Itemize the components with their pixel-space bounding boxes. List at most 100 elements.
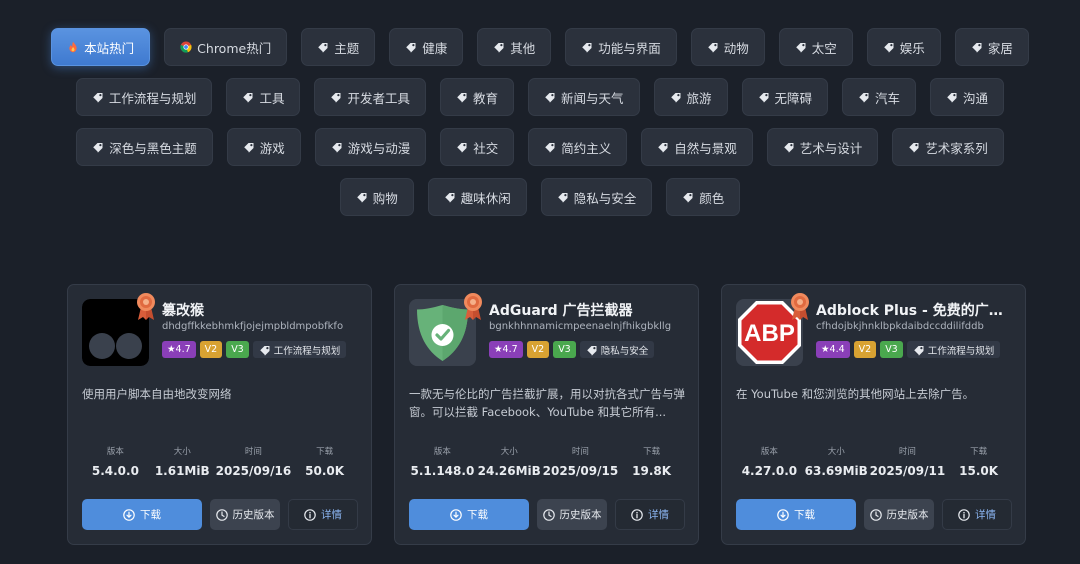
category-tag[interactable]: 教育 (439, 78, 514, 116)
stat-date: 时间 2025/09/11 (870, 445, 946, 478)
info-icon (304, 508, 316, 521)
category-tag[interactable]: 游戏与动漫 (314, 128, 427, 166)
stat-label: 下载 (643, 447, 661, 457)
category-tag[interactable]: 艺术与设计 (766, 128, 879, 166)
tag-icon (456, 141, 468, 153)
category-badge[interactable]: 工作流程与规划 (906, 341, 1001, 358)
extension-name[interactable]: 篡改猴 (162, 300, 362, 320)
category-tag[interactable]: 无障碍 (741, 78, 829, 116)
extension-name[interactable]: AdGuard 广告拦截器 (489, 300, 689, 320)
stat-value: 19.8K (632, 464, 672, 478)
tag-icon (858, 91, 870, 103)
tag-icon (783, 141, 795, 153)
history-versions-button[interactable]: 历史版本 (210, 499, 280, 530)
stat-date: 时间 2025/09/15 (543, 445, 619, 478)
category-badge[interactable]: 工作流程与规划 (252, 341, 347, 358)
details-button[interactable]: 详情 (288, 499, 358, 530)
stat-label: 版本 (760, 447, 778, 457)
tag-icon (243, 141, 255, 153)
stat-value: 2025/09/11 (869, 464, 946, 478)
download-button[interactable]: 下载 (736, 499, 856, 530)
category-tag[interactable]: 太空 (778, 28, 853, 66)
manifest-v3-badge: V3 (553, 341, 576, 358)
rating-value: 4.4 (829, 344, 845, 355)
tag-icon (331, 141, 343, 153)
tag-icon (883, 41, 895, 53)
history-versions-button[interactable]: 历史版本 (537, 499, 607, 530)
stat-value: 24.26MiB (477, 464, 541, 478)
category-tag-label: 艺术与设计 (799, 140, 863, 156)
download-button[interactable]: 下载 (82, 499, 202, 530)
tag-icon (670, 91, 682, 103)
extension-card[interactable]: ABP Adblock Plus - 免费的广告拦截器 cfhdojbkjhnk… (721, 284, 1026, 545)
extension-card[interactable]: AdGuard 广告拦截器 bgnkhhnnamicmpeenaelnjfhik… (394, 284, 699, 545)
tag-row: 购物 趣味休闲 隐私与安全 颜色 (0, 178, 1080, 216)
action-row: 下载 历史版本 详情 (736, 499, 1012, 530)
stat-value: 2025/09/16 (215, 464, 292, 478)
category-tag[interactable]: 社交 (440, 128, 515, 166)
download-icon (450, 508, 462, 521)
tag-icon (795, 41, 807, 53)
adblock-plus-logo-text: ABP (744, 320, 795, 347)
category-tag[interactable]: 功能与界面 (565, 28, 677, 66)
extension-name[interactable]: Adblock Plus - 免费的广告拦截器 (816, 300, 1016, 320)
category-tag[interactable]: 汽车 (842, 78, 917, 116)
category-tag[interactable]: 主题 (301, 28, 376, 66)
category-tag[interactable]: Chrome热门 (164, 28, 288, 66)
download-icon (123, 508, 135, 521)
history-versions-button[interactable]: 历史版本 (864, 499, 934, 530)
stat-value: 5.1.148.0 (410, 464, 475, 478)
category-tag[interactable]: 趣味休闲 (427, 178, 527, 216)
rating-value: 4.7 (175, 344, 191, 355)
category-tag[interactable]: 新闻与天气 (527, 78, 640, 116)
tag-icon (317, 41, 329, 53)
category-tag[interactable]: 工具 (226, 78, 301, 116)
tag-row: 工作流程与规划 工具 开发者工具 教育 新闻与天气 旅游 无障碍 汽车 沟通 (0, 78, 1080, 116)
stat-downloads: 下载 19.8K (618, 445, 685, 478)
category-tag-label: 开发者工具 (347, 90, 410, 106)
category-tag[interactable]: 游戏 (226, 128, 301, 166)
category-tag[interactable]: 沟通 (930, 78, 1005, 116)
category-tag[interactable]: 动物 (690, 28, 765, 66)
category-tags: 本站热门 Chrome热门 主题 健康 其他 功能与界面 动物 太空 娱乐 家居工作流程与规划 工具… (0, 28, 1080, 228)
stat-label: 大小 (500, 447, 518, 457)
manifest-v3-badge: V3 (880, 341, 903, 358)
category-tag[interactable]: 艺术家系列 (892, 128, 1004, 166)
category-tag-label: 无障碍 (774, 90, 813, 106)
details-button[interactable]: 详情 (942, 499, 1012, 530)
category-tag[interactable]: 自然与景观 (641, 128, 753, 166)
category-tag[interactable]: 健康 (389, 28, 464, 66)
category-tag[interactable]: 本站热门 (51, 28, 151, 66)
stat-value: 4.27.0.0 (741, 464, 798, 478)
category-tag[interactable]: 购物 (339, 178, 414, 216)
stat-label: 版本 (106, 447, 124, 457)
category-tag-label: 自然与景观 (674, 140, 737, 156)
tag-icon (657, 141, 669, 153)
stat-label: 大小 (827, 447, 845, 457)
category-tag[interactable]: 家居 (954, 28, 1029, 66)
category-tag[interactable]: 旅游 (653, 78, 728, 116)
category-tag[interactable]: 娱乐 (866, 28, 941, 66)
info-icon (631, 508, 643, 521)
category-tag[interactable]: 隐私与安全 (540, 178, 653, 216)
tag-icon (758, 91, 770, 103)
stat-label: 时间 (244, 447, 262, 457)
tag-icon (259, 344, 271, 356)
category-tag[interactable]: 深色与黑色主题 (76, 128, 213, 166)
extension-card[interactable]: 篡改猴 dhdgffkkebhmkfjojejmpbldmpobfkfo ★ 4.… (67, 284, 372, 545)
details-button[interactable]: 详情 (615, 499, 685, 530)
stat-value: 2025/09/15 (542, 464, 619, 478)
rating-badge: ★ 4.4 (816, 341, 850, 358)
category-tag-label: 隐私与安全 (573, 190, 637, 206)
category-tag[interactable]: 简约主义 (528, 128, 628, 166)
category-tag[interactable]: 工作流程与规划 (75, 78, 213, 116)
category-badge[interactable]: 隐私与安全 (579, 341, 655, 358)
category-tag[interactable]: 开发者工具 (314, 78, 426, 116)
tag-icon (92, 91, 104, 103)
category-tag[interactable]: 其他 (477, 28, 552, 66)
category-tag-label: 本站热门 (84, 40, 135, 56)
category-tag-label: 健康 (422, 40, 448, 56)
category-tag[interactable]: 颜色 (666, 178, 741, 216)
download-button[interactable]: 下载 (409, 499, 529, 530)
category-tag-label: 教育 (472, 90, 498, 106)
